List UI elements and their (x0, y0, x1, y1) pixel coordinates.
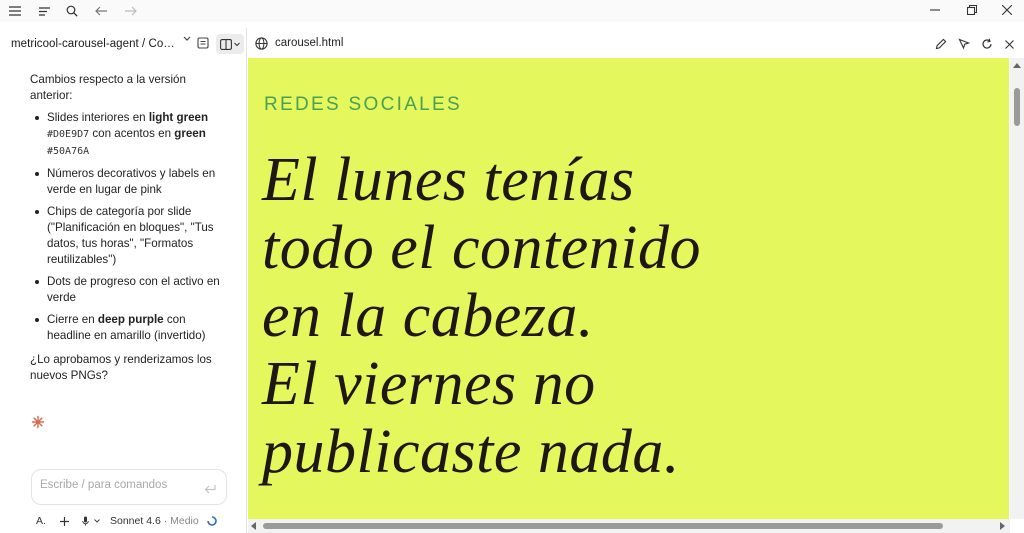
split-panel-icon (220, 38, 232, 50)
headline-line: en la cabeza. (262, 282, 594, 350)
headline-line: publicaste nada. (262, 418, 680, 486)
model-selector[interactable]: Sonnet 4.6 · Medio (110, 515, 199, 527)
microphone-icon[interactable] (82, 516, 94, 526)
chevron-down-icon[interactable] (183, 36, 191, 42)
horizontal-scrollbar[interactable] (248, 519, 1010, 533)
spark-icon (31, 415, 45, 429)
vertical-scroll-thumb[interactable] (1014, 88, 1020, 126)
prompt-input-box (31, 469, 227, 505)
composer-toolbar: A. Sonnet 4.6 · Medio (30, 512, 217, 530)
scroll-left-arrow-icon[interactable] (251, 522, 256, 530)
model-mode: · Medio (160, 515, 199, 527)
font-button[interactable]: A. (36, 515, 58, 527)
enter-icon[interactable] (204, 481, 216, 499)
url-text[interactable]: carousel.html (275, 37, 343, 49)
changes-list: Slides interiores en light green #D0E9D7… (30, 110, 226, 344)
message-question: ¿Lo aprobamos y renderizamos los nuevos … (30, 353, 212, 382)
color-code: #50A76A (47, 146, 90, 157)
scroll-up-arrow-icon[interactable] (1013, 63, 1021, 68)
carousel-slide-preview: REDES SOCIALES El lunes tenías todo el c… (248, 58, 1009, 519)
plus-icon[interactable] (60, 516, 80, 526)
url-bar: carousel.html (247, 28, 1024, 58)
list-item: Chips de categoría por slide ("Planifica… (30, 204, 226, 268)
preview-panel: carousel.html REDES SOCIALES El lunes te… (246, 28, 1024, 533)
list-item: Números decorativos y labels en verde en… (30, 166, 226, 198)
slide-kicker: REDES SOCIALES (264, 94, 462, 115)
list-item: Slides interiores en light green #D0E9D7… (30, 110, 226, 160)
slide-headline: El lunes tenías todo el contenido en la … (262, 146, 1002, 486)
pencil-icon[interactable] (934, 37, 948, 51)
assistant-message: Cambios respecto a la versión anterior: … (30, 72, 226, 390)
emphasis-text: green (174, 127, 206, 140)
restore-icon[interactable] (961, 2, 983, 18)
vertical-scrollbar[interactable] (1010, 58, 1024, 519)
headline-line: todo el contenido (262, 214, 701, 282)
left-panel-header: metricool-carousel-agent / Co… (0, 30, 246, 58)
scroll-right-arrow-icon[interactable] (1000, 522, 1005, 530)
cursor-select-icon[interactable] (957, 37, 971, 51)
reload-icon[interactable] (980, 37, 994, 51)
menu-icon[interactable] (6, 3, 24, 19)
chevron-down-icon (234, 42, 240, 46)
list-item: Cierre en deep purple con headline en am… (30, 312, 226, 344)
breadcrumb[interactable]: metricool-carousel-agent / Co… (11, 38, 175, 50)
back-arrow-icon[interactable] (92, 3, 110, 19)
minimize-icon[interactable] (924, 2, 946, 18)
model-name: Sonnet 4.6 (110, 515, 161, 527)
loading-spinner-icon (206, 516, 217, 526)
emphasis-text: light green (148, 111, 209, 124)
emphasis-text: deep purple (97, 313, 164, 326)
list-item: Dots de progreso con el activo en verde (30, 274, 226, 306)
list-item-text: Slides interiores en (47, 111, 149, 124)
list-item-text: Cierre en (47, 313, 98, 326)
headline-line: El lunes tenías (262, 146, 635, 214)
title-bar (0, 0, 1024, 22)
headline-line: El viernes no (262, 350, 596, 418)
panel-toggle-button[interactable] (216, 34, 244, 54)
prompt-input[interactable] (40, 479, 190, 491)
message-intro: Cambios respecto a la versión anterior: (30, 73, 186, 102)
close-panel-icon[interactable] (1002, 37, 1016, 51)
list-item-text: con acentos en (89, 127, 175, 140)
color-code: #D0E9D7 (47, 129, 90, 140)
document-icon[interactable] (197, 37, 209, 49)
horizontal-scroll-thumb[interactable] (263, 523, 943, 529)
search-icon[interactable] (63, 3, 81, 19)
list-icon[interactable] (35, 3, 53, 19)
forward-arrow-icon[interactable] (121, 3, 139, 19)
close-icon[interactable] (996, 2, 1018, 18)
chevron-down-icon[interactable] (94, 519, 110, 523)
globe-icon (255, 37, 268, 55)
